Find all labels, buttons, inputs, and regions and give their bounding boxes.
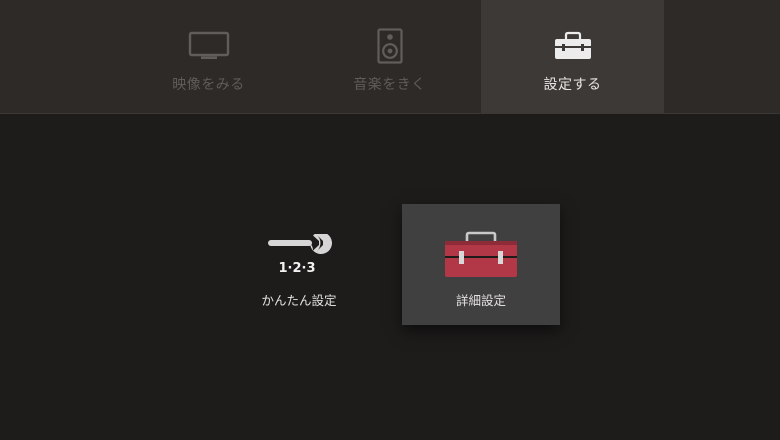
tab-listen-music[interactable]: 音楽をきく — [298, 0, 481, 113]
advanced-settings-label: 詳細設定 — [455, 293, 506, 308]
tab-label: 設定する — [543, 77, 602, 93]
toolbox-icon — [402, 228, 560, 284]
top-navigation-bar: 映像をみる 音楽をきく 設定する — [0, 0, 780, 114]
easy-setup-option[interactable]: 1·2·3 かんたん設定 — [220, 204, 378, 325]
tab-watch-video[interactable]: 映像をみる — [117, 0, 300, 113]
easy-setup-label: かんたん設定 — [261, 293, 337, 308]
tab-label: 音楽をきく — [353, 77, 426, 93]
steps-label: 1·2·3 — [278, 261, 315, 276]
toolbox-icon — [481, 28, 664, 64]
advanced-settings-option[interactable]: 詳細設定 — [402, 204, 560, 325]
speaker-icon — [298, 28, 481, 64]
tab-label: 映像をみる — [172, 77, 245, 93]
tv-icon — [117, 28, 300, 64]
tab-settings[interactable]: 設定する — [481, 0, 664, 113]
wrench-icon: 1·2·3 — [220, 228, 378, 284]
